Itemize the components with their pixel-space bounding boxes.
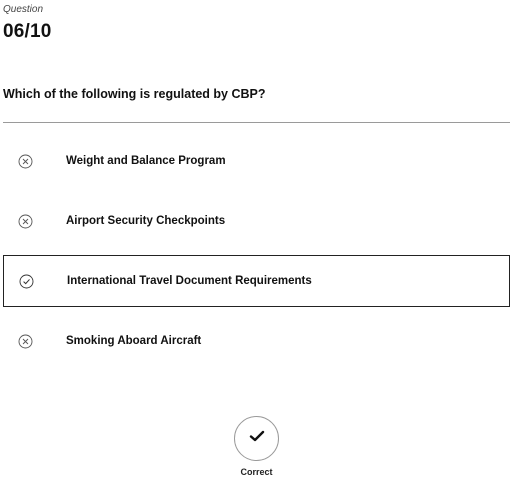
circle-check-icon (19, 274, 34, 289)
answer-option-label: Smoking Aboard Aircraft (66, 335, 202, 347)
result-indicator (234, 416, 279, 461)
answer-option-label: Weight and Balance Program (66, 155, 226, 167)
question-counter: 06/10 (3, 21, 52, 42)
answer-option-2[interactable]: Airport Security Checkpoints (3, 195, 510, 247)
answer-option-4[interactable]: Smoking Aboard Aircraft (3, 315, 510, 367)
result-label: Correct (240, 467, 273, 477)
divider (3, 122, 510, 123)
circle-x-icon (18, 334, 33, 349)
circle-x-icon (18, 154, 33, 169)
circle-x-icon (18, 214, 33, 229)
question-label: Question (3, 4, 44, 15)
answer-option-label: International Travel Document Requiremen… (67, 275, 312, 287)
answer-option-3[interactable]: International Travel Document Requiremen… (3, 255, 510, 307)
question-text: Which of the following is regulated by C… (3, 87, 266, 101)
answer-option-1[interactable]: Weight and Balance Program (3, 135, 510, 187)
quiz-page: Question 06/10 Which of the following is… (0, 0, 511, 487)
answer-option-label: Airport Security Checkpoints (66, 215, 226, 227)
checkmark-icon (249, 429, 265, 448)
